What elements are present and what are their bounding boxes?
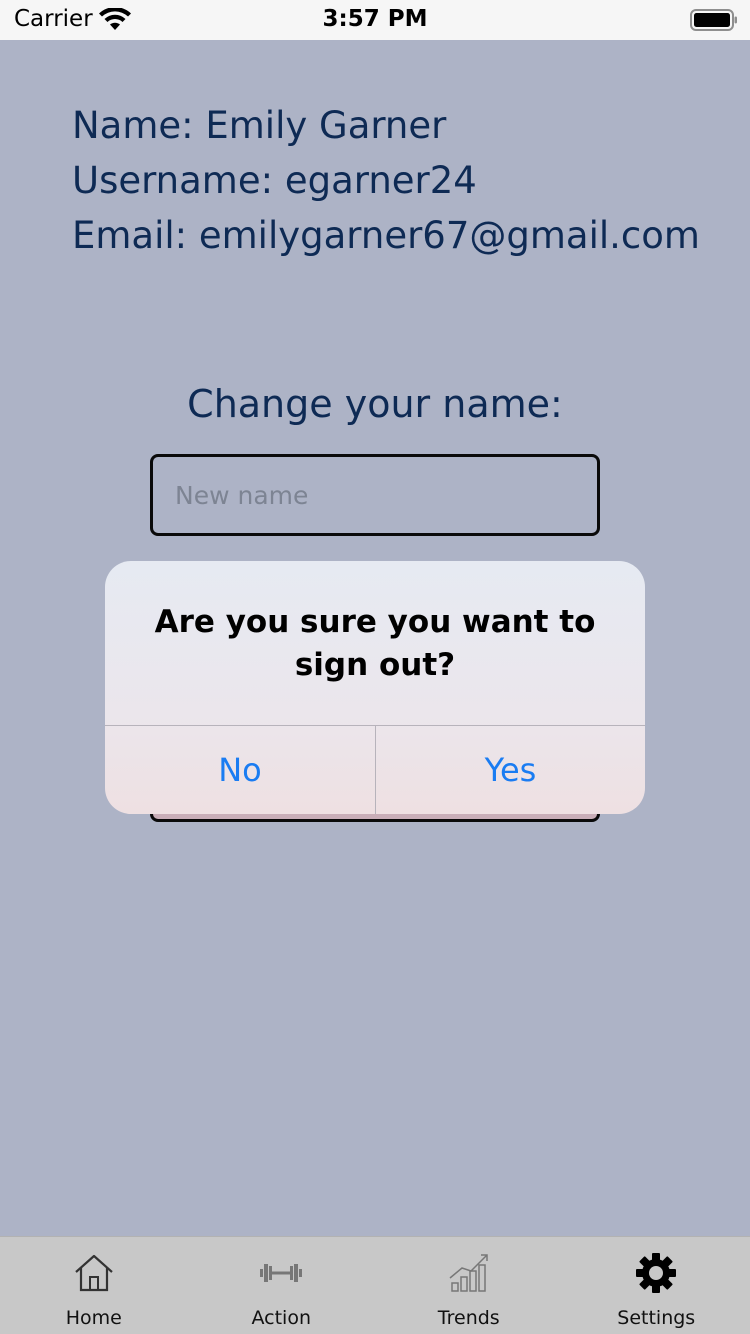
profile-username: Username: egarner24 [72,159,477,202]
yes-button[interactable]: Yes [376,726,645,814]
profile-email: Email: emilygarner67@gmail.com [72,214,700,257]
profile-name: Name: Emily Garner [72,104,447,147]
tab-trends[interactable]: Trends [375,1237,563,1334]
gear-icon [636,1253,677,1293]
tab-trends-label: Trends [437,1307,500,1329]
new-name-input[interactable] [150,454,600,536]
sign-out-alert: Are you sure you want to sign out? No Ye… [105,561,645,814]
change-name-label: Change your name: [187,382,563,426]
house-icon [75,1254,113,1292]
tab-settings[interactable]: Settings [563,1237,750,1334]
dumbbell-icon [260,1264,303,1282]
status-bar: Carrier 3:57 PM [0,0,750,40]
tab-settings-label: Settings [617,1307,696,1329]
battery-icon [690,9,737,31]
tab-home[interactable]: Home [0,1237,188,1334]
tab-action[interactable]: Action [188,1237,376,1334]
trend-chart-icon [449,1254,488,1292]
tab-action-label: Action [251,1307,311,1329]
clock-time: 3:57 PM [322,6,428,32]
tab-home-label: Home [65,1307,122,1329]
no-button[interactable]: No [105,726,375,814]
alert-title: Are you sure you want to sign out? [154,604,596,683]
tab-bar: Home Action Trends Settings [0,1236,750,1334]
